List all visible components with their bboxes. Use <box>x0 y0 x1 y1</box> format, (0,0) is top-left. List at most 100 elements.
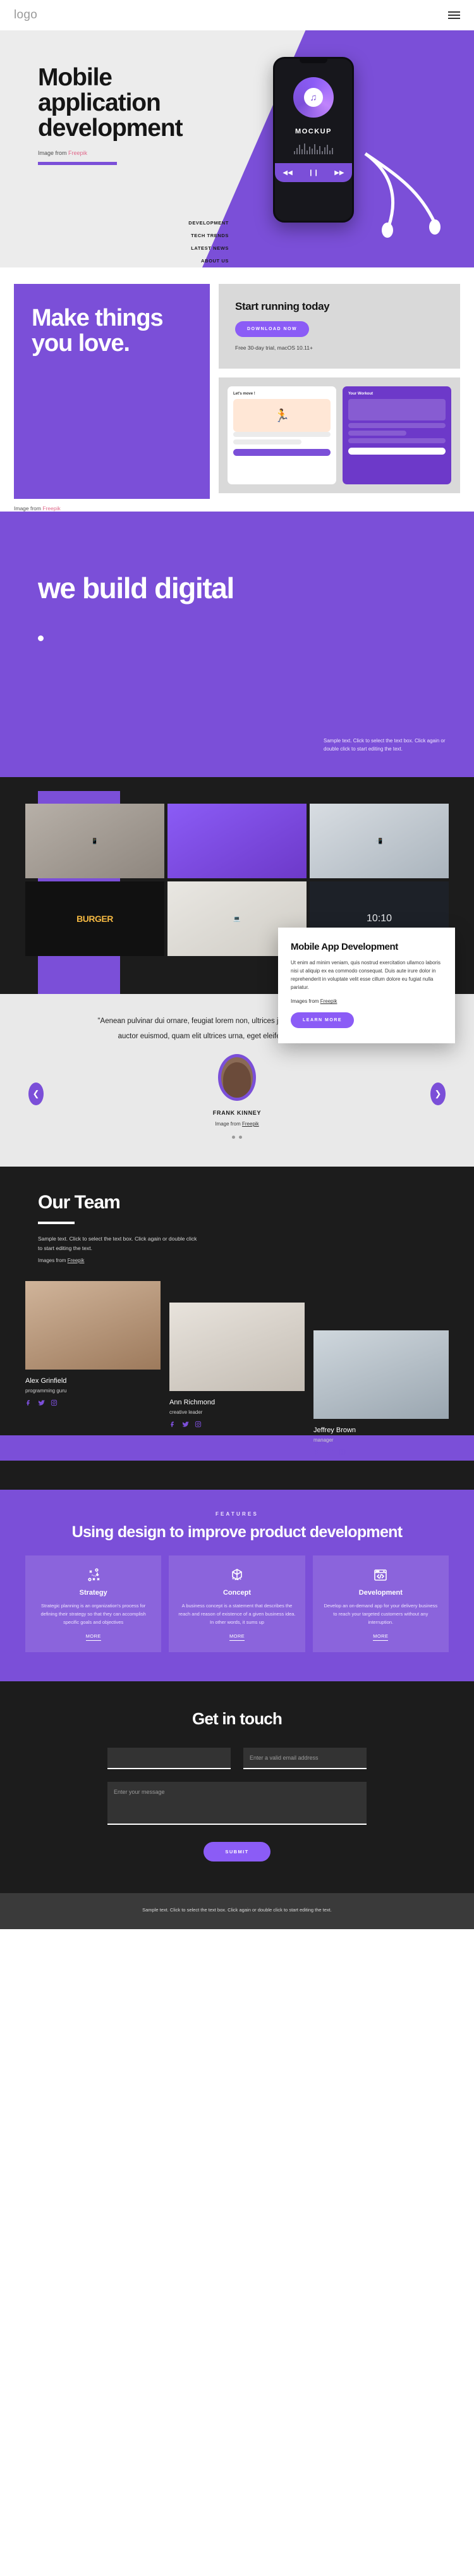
app-screen-dark-cta[interactable] <box>348 448 446 455</box>
testimonial-credit-link[interactable]: Freepik <box>242 1121 259 1127</box>
gallery-tile[interactable] <box>167 804 307 878</box>
phone-mockup: ♫ MOCKUP ◀◀ ❙❙ ▶▶ <box>273 57 354 223</box>
app-screen-light: Let's move ! 🏃 <box>228 386 336 484</box>
testimonial-dots <box>0 1136 474 1139</box>
feature-card-concept: Concept A business concept is a statemen… <box>169 1555 305 1653</box>
team-credit: Images from Freepik <box>38 1258 436 1263</box>
feature-more-link[interactable]: MORE <box>85 1633 101 1641</box>
team-member-role: programming guru <box>25 1388 67 1394</box>
download-now-button[interactable]: DOWNLOAD NOW <box>235 321 310 337</box>
gallery-tile[interactable]: 📱 <box>25 804 164 878</box>
team-member-name: Alex Grinfield <box>25 1377 67 1385</box>
email-input[interactable] <box>243 1748 367 1770</box>
player-controls: ◀◀ ❙❙ ▶▶ <box>275 163 352 182</box>
feature-more-link[interactable]: MORE <box>373 1633 389 1641</box>
runner-illustration: 🏃 <box>233 399 331 432</box>
nav-link-tech-trends[interactable]: TECH TRENDS <box>191 233 229 238</box>
nav-link-latest-news[interactable]: LATEST NEWS <box>191 245 229 251</box>
feature-title: Development <box>358 1589 403 1597</box>
app-screen-dark-heading: Your Workout <box>348 392 374 396</box>
phone-screen: ♫ MOCKUP ◀◀ ❙❙ ▶▶ <box>275 63 352 190</box>
gallery-section: 📱 📲 BURGER 💻 10:10 Mobile App Developmen… <box>0 777 474 1044</box>
mad-credit-prefix: Images from <box>291 998 320 1005</box>
testimonial-next-arrow[interactable]: ❯ <box>430 1083 446 1105</box>
placeholder-bar <box>233 439 301 445</box>
testimonial-dot[interactable] <box>232 1136 235 1139</box>
feature-body: Develop an on-demand app for your delive… <box>324 1603 438 1625</box>
submit-button[interactable]: SUBMIT <box>204 1842 270 1862</box>
team-member-name: Ann Richmond <box>169 1399 216 1406</box>
feature-more-link[interactable]: MORE <box>229 1633 245 1641</box>
gallery-tile[interactable]: BURGER <box>25 881 164 956</box>
pause-icon[interactable]: ❙❙ <box>308 169 319 176</box>
facebook-icon[interactable] <box>169 1421 176 1428</box>
prev-track-icon[interactable]: ◀◀ <box>283 169 292 176</box>
testimonial-author-name: FRANK KINNEY <box>212 1110 262 1117</box>
nav-link-development[interactable]: DEVELOPMENT <box>188 220 229 226</box>
next-track-icon[interactable]: ▶▶ <box>334 169 344 176</box>
app-screen-light-heading: Let's move ! <box>233 392 255 396</box>
build-title: we build digital <box>38 572 234 604</box>
placeholder-bar <box>348 423 446 428</box>
learn-more-button[interactable]: LEARN MORE <box>291 1012 355 1029</box>
team-credit-link[interactable]: Freepik <box>68 1258 85 1263</box>
promo-card: Start running today DOWNLOAD NOW Free 30… <box>219 284 460 369</box>
facebook-icon[interactable] <box>313 1449 320 1456</box>
contact-title: Get in touch <box>191 1709 283 1729</box>
testimonial-prev-arrow[interactable]: ❮ <box>28 1083 44 1105</box>
testimonial-avatar <box>218 1054 256 1101</box>
make-credit-link[interactable]: Freepik <box>42 505 60 512</box>
code-window-icon <box>322 1567 440 1583</box>
make-section: Make things you love. Image from Freepik… <box>0 267 474 512</box>
hero-credit-link[interactable]: Freepik <box>68 150 87 156</box>
phone-mockup-label: MOCKUP <box>295 128 332 135</box>
twitter-icon[interactable] <box>326 1449 333 1456</box>
instagram-icon[interactable] <box>339 1449 346 1456</box>
strategy-icon <box>34 1567 152 1583</box>
twitter-icon[interactable] <box>182 1421 189 1428</box>
mad-credit: Images from Freepik <box>291 998 442 1004</box>
nav-link-about-us[interactable]: ABOUT US <box>201 258 229 264</box>
hero-section: Mobile application development Image fro… <box>0 30 474 267</box>
landing-page: logo Mobile application development Imag… <box>0 0 474 1930</box>
email-field-wrapper <box>243 1748 367 1770</box>
hero-title: Mobile application development <box>38 64 183 142</box>
site-logo[interactable]: logo <box>14 8 37 22</box>
build-section: we build digital Sample text. Click to s… <box>0 512 474 777</box>
build-note: Sample text. Click to select the text bo… <box>324 737 446 752</box>
message-textarea[interactable] <box>107 1782 367 1825</box>
name-input[interactable] <box>107 1748 231 1770</box>
team-member-socials <box>313 1449 449 1456</box>
make-credit-prefix: Image from <box>14 505 43 512</box>
testimonial-credit-prefix: Image from <box>215 1121 242 1127</box>
audio-waveform <box>281 143 346 154</box>
hero-credit-prefix: Image from <box>38 150 69 157</box>
make-row: Make things you love. Image from Freepik… <box>0 284 474 512</box>
hero-content: Mobile application development Image fro… <box>0 30 474 166</box>
app-screen-light-cta[interactable] <box>233 449 331 456</box>
footer: Sample text. Click to select the text bo… <box>0 1893 474 1930</box>
gallery-tile[interactable]: 📲 <box>310 804 449 878</box>
placeholder-bar <box>233 432 331 437</box>
mobile-app-development-card: Mobile App Development Ut enim ad minim … <box>278 928 455 1044</box>
hamburger-menu-icon[interactable] <box>448 11 460 19</box>
team-member-socials <box>169 1421 305 1428</box>
twitter-icon[interactable] <box>38 1399 45 1406</box>
team-member-name: Jeffrey Brown <box>313 1426 356 1434</box>
testimonial-dot[interactable] <box>239 1136 242 1139</box>
earbuds-illustration <box>364 152 441 238</box>
team-credit-prefix: Images from <box>38 1258 68 1263</box>
features-title: Using design to improve product developm… <box>71 1523 403 1541</box>
promo-column: Start running today DOWNLOAD NOW Free 30… <box>219 284 460 512</box>
feature-body: A business concept is a statement that d… <box>178 1603 296 1625</box>
instagram-icon[interactable] <box>195 1421 202 1428</box>
team-member: Ann Richmond creative leader <box>169 1303 305 1428</box>
features-grid: Strategy Strategic planning is an organi… <box>0 1555 474 1653</box>
mad-title: Mobile App Development <box>291 941 398 952</box>
mad-credit-link[interactable]: Freepik <box>320 998 337 1004</box>
facebook-icon[interactable] <box>25 1399 32 1406</box>
instagram-icon[interactable] <box>51 1399 58 1406</box>
features-section: FEATURES Using design to improve product… <box>0 1490 474 1682</box>
make-purple-card: Make things you love. <box>14 284 210 499</box>
music-note-icon: ♫ <box>304 88 323 107</box>
